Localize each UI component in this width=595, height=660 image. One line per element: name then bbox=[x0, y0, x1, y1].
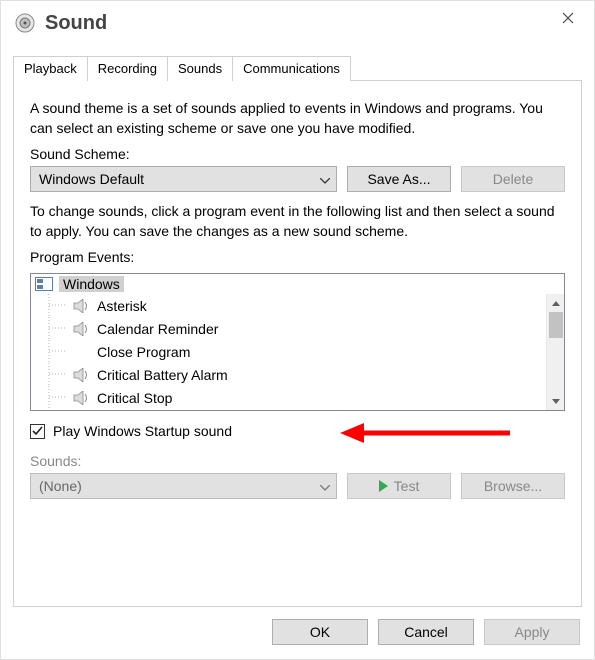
tab-strip: Playback Recording Sounds Communications bbox=[13, 55, 582, 80]
apply-button: Apply bbox=[484, 619, 580, 645]
sounds-combobox: (None) bbox=[30, 473, 337, 499]
event-item-label: Close Program bbox=[97, 344, 190, 360]
startup-checkbox[interactable] bbox=[30, 424, 45, 439]
speaker-icon bbox=[73, 368, 91, 382]
save-as-button[interactable]: Save As... bbox=[347, 166, 451, 192]
titlebar: Sound bbox=[1, 1, 594, 45]
scroll-up-icon[interactable] bbox=[547, 294, 564, 312]
startup-sound-row: Play Windows Startup sound bbox=[30, 423, 565, 439]
events-root[interactable]: Windows bbox=[31, 274, 564, 294]
play-icon bbox=[379, 480, 388, 492]
event-item-label: Calendar Reminder bbox=[97, 321, 218, 337]
theme-description: A sound theme is a set of sounds applied… bbox=[30, 99, 565, 138]
events-root-label: Windows bbox=[59, 276, 124, 292]
window-title: Sound bbox=[45, 12, 107, 35]
tab-area: Playback Recording Sounds Communications… bbox=[1, 45, 594, 607]
test-button: Test bbox=[347, 473, 451, 499]
sound-app-icon bbox=[15, 13, 35, 33]
close-icon bbox=[562, 12, 574, 24]
tree-connector bbox=[41, 363, 71, 386]
browse-button: Browse... bbox=[461, 473, 565, 499]
no-sound-icon bbox=[73, 345, 91, 359]
sounds-tabpanel: A sound theme is a set of sounds applied… bbox=[13, 80, 582, 607]
sounds-value: (None) bbox=[39, 478, 82, 494]
tab-communications[interactable]: Communications bbox=[232, 56, 351, 81]
events-description: To change sounds, click a program event … bbox=[30, 202, 565, 241]
event-item[interactable]: Critical Battery Alarm bbox=[41, 363, 564, 386]
cancel-button[interactable]: Cancel bbox=[378, 619, 474, 645]
speaker-icon bbox=[73, 391, 91, 405]
scroll-down-icon[interactable] bbox=[547, 392, 564, 410]
test-button-label: Test bbox=[394, 478, 420, 494]
tab-sounds[interactable]: Sounds bbox=[167, 56, 233, 81]
event-item-label: Critical Battery Alarm bbox=[97, 367, 228, 383]
ok-button[interactable]: OK bbox=[272, 619, 368, 645]
chevron-down-icon bbox=[320, 171, 330, 187]
windows-group-icon bbox=[35, 277, 53, 291]
delete-button: Delete bbox=[461, 166, 565, 192]
event-item-label: Critical Stop bbox=[97, 390, 172, 406]
tree-connector bbox=[41, 294, 71, 317]
startup-label: Play Windows Startup sound bbox=[53, 423, 232, 439]
events-scrollbar[interactable] bbox=[546, 294, 564, 410]
sound-window: Sound Playback Recording Sounds Communic… bbox=[0, 0, 595, 660]
scheme-value: Windows Default bbox=[39, 171, 144, 187]
tree-connector bbox=[41, 340, 71, 363]
scheme-combobox[interactable]: Windows Default bbox=[30, 166, 337, 192]
dialog-footer: OK Cancel Apply bbox=[1, 607, 594, 659]
event-item[interactable]: Close Program bbox=[41, 340, 564, 363]
speaker-icon bbox=[73, 322, 91, 336]
event-item-label: Asterisk bbox=[97, 298, 147, 314]
events-tree: Asterisk Calendar Reminder Close Program Cr… bbox=[31, 294, 564, 409]
tree-connector bbox=[41, 317, 71, 340]
sounds-label: Sounds: bbox=[30, 453, 565, 469]
events-label: Program Events: bbox=[30, 249, 565, 265]
annotation-arrow-icon bbox=[340, 419, 510, 447]
event-item[interactable]: Critical Stop bbox=[41, 386, 564, 409]
program-events-listbox[interactable]: Windows Asterisk Calendar Reminder Close P… bbox=[30, 273, 565, 411]
scroll-thumb[interactable] bbox=[549, 312, 563, 338]
tree-connector bbox=[41, 386, 71, 409]
events-body: Asterisk Calendar Reminder Close Program Cr… bbox=[31, 294, 564, 410]
check-icon bbox=[32, 426, 43, 437]
tab-playback[interactable]: Playback bbox=[13, 56, 88, 81]
event-item[interactable]: Asterisk bbox=[41, 294, 564, 317]
close-button[interactable] bbox=[542, 1, 594, 35]
tab-recording[interactable]: Recording bbox=[87, 56, 168, 81]
speaker-icon bbox=[73, 299, 91, 313]
event-item[interactable]: Calendar Reminder bbox=[41, 317, 564, 340]
scheme-label: Sound Scheme: bbox=[30, 146, 565, 162]
chevron-down-icon bbox=[320, 478, 330, 494]
